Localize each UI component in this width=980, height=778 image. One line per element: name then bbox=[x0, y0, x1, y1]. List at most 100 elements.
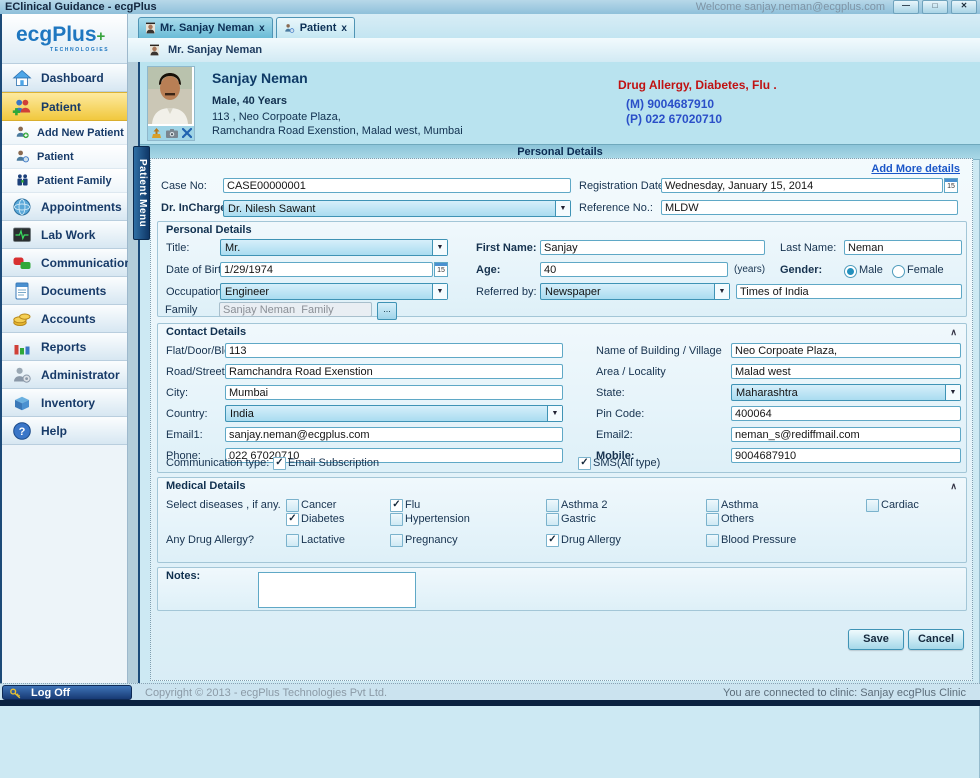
collapse-icon[interactable]: ∧ bbox=[950, 481, 957, 492]
tab-close-icon[interactable]: x bbox=[341, 23, 347, 34]
log-off-button[interactable]: Log Off bbox=[2, 685, 132, 700]
age-input[interactable] bbox=[540, 262, 728, 277]
gender-male-radio[interactable] bbox=[844, 265, 857, 278]
email1-input[interactable] bbox=[225, 427, 563, 442]
checkbox-pregnancy[interactable] bbox=[390, 534, 403, 547]
checkbox-asthma2[interactable] bbox=[546, 499, 559, 512]
sidebar-item-patient-sub[interactable]: Patient bbox=[2, 145, 127, 169]
title-select[interactable]: Mr.▼ bbox=[220, 239, 448, 256]
checkbox-label: Others bbox=[721, 513, 754, 525]
sidebar-item-patient-family[interactable]: Patient Family bbox=[2, 169, 127, 193]
registration-date-input[interactable] bbox=[661, 178, 943, 193]
add-more-details-link[interactable]: Add More details bbox=[871, 163, 960, 175]
sidebar-label: Patient bbox=[37, 151, 74, 163]
sidebar-item-lab-work[interactable]: Lab Work bbox=[2, 221, 127, 249]
contact-details-heading: Contact Details bbox=[166, 326, 246, 338]
logo-ecg: ecg bbox=[16, 23, 52, 46]
medical-details-fieldset: Medical Details ∧ Select diseases , if a… bbox=[157, 477, 967, 563]
last-name-input[interactable] bbox=[844, 240, 962, 255]
cancel-button[interactable]: Cancel bbox=[908, 629, 964, 650]
flat-input[interactable] bbox=[225, 343, 563, 358]
main-content: Sanjay Neman Male, 40 Years 113 , Neo Co… bbox=[138, 62, 980, 683]
chevron-down-icon: ▼ bbox=[432, 284, 447, 299]
area-input[interactable] bbox=[731, 364, 961, 379]
pin-code-input[interactable] bbox=[731, 406, 961, 421]
upload-photo-icon[interactable] bbox=[151, 128, 162, 138]
sidebar-item-administrator[interactable]: Administrator bbox=[2, 361, 127, 389]
checkbox-label: Cancer bbox=[301, 499, 336, 511]
chevron-down-icon: ▼ bbox=[432, 240, 447, 255]
tab-close-icon[interactable]: x bbox=[259, 23, 265, 34]
sidebar-item-documents[interactable]: Documents bbox=[2, 277, 127, 305]
email-subscription-checkbox[interactable] bbox=[273, 457, 286, 470]
mobile-input[interactable] bbox=[731, 448, 961, 463]
checkbox-hypertension[interactable] bbox=[390, 513, 403, 526]
sidebar-item-communication[interactable]: Communication bbox=[2, 249, 127, 277]
family-browse-button[interactable]: ... bbox=[377, 302, 397, 320]
sidebar-item-accounts[interactable]: Accounts bbox=[2, 305, 127, 333]
patient-icon bbox=[284, 23, 295, 34]
patient-demographics: Male, 40 Years bbox=[212, 95, 287, 107]
notes-fieldset: Notes: bbox=[157, 567, 967, 611]
checkbox-drug-allergy[interactable] bbox=[546, 534, 559, 547]
referred-by-detail-input[interactable] bbox=[736, 284, 962, 299]
first-name-input[interactable] bbox=[540, 240, 765, 255]
checkbox-diabetes[interactable] bbox=[286, 513, 299, 526]
registration-date-label: Registration Date: bbox=[579, 180, 667, 192]
last-name-label: Last Name: bbox=[780, 242, 836, 254]
checkbox-flu[interactable] bbox=[390, 499, 403, 512]
sms-checkbox[interactable] bbox=[578, 457, 591, 470]
notes-textarea[interactable] bbox=[258, 572, 416, 608]
camera-icon[interactable] bbox=[166, 129, 178, 138]
checkbox-others[interactable] bbox=[706, 513, 719, 526]
tab-bar: Mr. Sanjay Neman x Patient x bbox=[128, 14, 980, 38]
sidebar-item-dashboard[interactable]: Dashboard bbox=[2, 64, 127, 92]
sidebar-item-help[interactable]: ? Help bbox=[2, 417, 127, 445]
sidebar-item-add-new-patient[interactable]: Add New Patient bbox=[2, 121, 127, 145]
tab-patient[interactable]: Patient x bbox=[276, 17, 355, 38]
road-input[interactable] bbox=[225, 364, 563, 379]
calendar-icon[interactable] bbox=[944, 178, 958, 193]
checkbox-cancer[interactable] bbox=[286, 499, 299, 512]
breadcrumb: Mr. Sanjay Neman bbox=[128, 38, 980, 62]
dr-incharge-select[interactable]: Dr. Nilesh Sawant▼ bbox=[223, 200, 571, 217]
checkbox-cardiac[interactable] bbox=[866, 499, 879, 512]
occupation-select[interactable]: Engineer▼ bbox=[220, 283, 448, 300]
state-label: State: bbox=[596, 387, 625, 399]
sidebar-item-inventory[interactable]: Inventory bbox=[2, 389, 127, 417]
tab-patient-record[interactable]: Mr. Sanjay Neman x bbox=[138, 17, 273, 38]
state-select[interactable]: Maharashtra▼ bbox=[731, 384, 961, 401]
person-photo-icon bbox=[150, 44, 159, 56]
calendar-icon[interactable] bbox=[434, 262, 448, 277]
city-input[interactable] bbox=[225, 385, 563, 400]
save-button[interactable]: Save bbox=[848, 629, 904, 650]
area-label: Area / Locality bbox=[596, 366, 666, 378]
checkbox-asthma[interactable] bbox=[706, 499, 719, 512]
chevron-down-icon: ▼ bbox=[714, 284, 729, 299]
country-select[interactable]: India▼ bbox=[225, 405, 563, 422]
checkbox-blood-pressure[interactable] bbox=[706, 534, 719, 547]
reference-no-label: Reference No.: bbox=[579, 202, 653, 214]
case-no-input[interactable] bbox=[223, 178, 571, 193]
sidebar-item-appointments[interactable]: Appointments bbox=[2, 193, 127, 221]
gender-female-radio[interactable] bbox=[892, 265, 905, 278]
email2-input[interactable] bbox=[731, 427, 961, 442]
reference-no-input[interactable] bbox=[661, 200, 958, 215]
building-input[interactable] bbox=[731, 343, 961, 358]
patient-menu-tab[interactable]: Patient Menu bbox=[133, 146, 150, 240]
collapse-icon[interactable]: ∧ bbox=[950, 327, 957, 338]
maximize-icon[interactable]: □ bbox=[922, 0, 948, 14]
checkbox-label: Cardiac bbox=[881, 499, 919, 511]
checkbox-gastric[interactable] bbox=[546, 513, 559, 526]
dob-input[interactable] bbox=[220, 262, 433, 277]
first-name-label: First Name: bbox=[476, 242, 537, 254]
sidebar-item-patient[interactable]: Patient bbox=[2, 92, 127, 121]
sidebar-item-reports[interactable]: Reports bbox=[2, 333, 127, 361]
referred-by-select[interactable]: Newspaper▼ bbox=[540, 283, 730, 300]
close-icon[interactable]: ✕ bbox=[951, 0, 977, 14]
checkbox-lactative[interactable] bbox=[286, 534, 299, 547]
minimize-icon[interactable]: — bbox=[893, 0, 919, 14]
remove-photo-icon[interactable] bbox=[182, 128, 192, 138]
family-label: Family bbox=[165, 304, 197, 316]
logo-plus: Plus bbox=[52, 23, 96, 46]
